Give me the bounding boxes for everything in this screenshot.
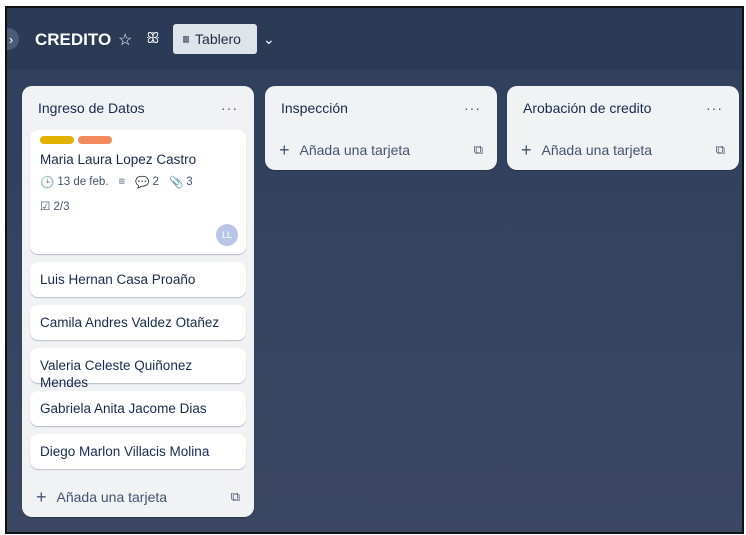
plus-icon: + bbox=[36, 486, 47, 507]
comments-badge: 💬 2 bbox=[135, 175, 159, 189]
add-card-label: Añada una tarjeta bbox=[56, 489, 168, 505]
add-card-label: Añada una tarjeta bbox=[299, 142, 411, 158]
star-icon[interactable]: ☆ bbox=[118, 30, 132, 50]
attachments-badge: 📎 3 bbox=[169, 175, 193, 189]
template-icon[interactable]: ⧉ bbox=[231, 489, 240, 505]
list-header: Arobación de credito ··· bbox=[507, 86, 739, 130]
add-card-button[interactable]: + Añada una tarjeta ⧉ bbox=[265, 130, 497, 170]
list-card[interactable]: Valeria Celeste Quiñonez Mendes bbox=[30, 348, 246, 390]
more-icon[interactable]: ··· bbox=[706, 100, 723, 116]
board-view-label: Tablero bbox=[195, 31, 241, 47]
template-icon[interactable]: ⧉ bbox=[716, 142, 725, 158]
list-header: Inspección ··· bbox=[265, 86, 497, 130]
list-arobacion-de-credito: Arobación de credito ··· + Añada una tar… bbox=[507, 86, 739, 170]
label-orange[interactable] bbox=[78, 136, 112, 144]
plus-icon: + bbox=[521, 139, 532, 160]
avatar[interactable]: LL bbox=[216, 224, 238, 246]
card-labels[interactable] bbox=[40, 136, 236, 144]
add-card-button[interactable]: + Añada una tarjeta ⧉ bbox=[22, 477, 254, 517]
list-card[interactable]: Camila Andres Valdez Otañez bbox=[30, 305, 246, 340]
template-icon[interactable]: ⧉ bbox=[474, 142, 483, 158]
list-card[interactable]: Luis Hernan Casa Proaño bbox=[30, 262, 246, 297]
board-view-button[interactable]: ▥ Tablero bbox=[173, 24, 257, 54]
card-maria-laura[interactable]: Maria Laura Lopez Castro 🕒 13 de feb. ≡ … bbox=[30, 130, 246, 254]
checklist-icon: ☑ bbox=[40, 201, 51, 213]
sidebar-toggle-button[interactable]: › bbox=[7, 28, 19, 50]
people-icon[interactable]: ꕥ bbox=[146, 30, 160, 47]
add-card-button[interactable]: + Añada una tarjeta ⧉ bbox=[507, 130, 739, 170]
board-icon: ▥ bbox=[183, 33, 190, 45]
description-icon: ≡ bbox=[118, 176, 126, 188]
board-window: › CREDITO ☆ ꕥ ▥ Tablero ⌄ Ingreso de Dat… bbox=[5, 6, 744, 534]
list-header: Ingreso de Datos ··· bbox=[22, 86, 254, 130]
due-date-text: 13 de feb. bbox=[57, 176, 109, 188]
label-yellow[interactable] bbox=[40, 136, 74, 144]
add-card-label: Añada una tarjeta bbox=[541, 142, 653, 158]
clock-icon: 🕒 bbox=[40, 177, 55, 189]
more-icon[interactable]: ··· bbox=[221, 100, 238, 116]
paperclip-icon: 📎 bbox=[168, 177, 184, 189]
comment-icon: 💬 bbox=[135, 177, 150, 189]
board-title[interactable]: CREDITO bbox=[35, 30, 111, 50]
list-title[interactable]: Inspección bbox=[281, 100, 464, 116]
checklist-count: 2/3 bbox=[53, 201, 70, 213]
board-header: › CREDITO ☆ ꕥ ▥ Tablero ⌄ bbox=[7, 8, 742, 70]
list-ingreso-de-datos: Ingreso de Datos ··· Maria Laura Lopez C… bbox=[22, 86, 254, 517]
list-inspeccion: Inspección ··· + Añada una tarjeta ⧉ bbox=[265, 86, 497, 170]
more-icon[interactable]: ··· bbox=[464, 100, 481, 116]
due-date-badge[interactable]: 🕒 13 de feb. bbox=[40, 175, 108, 189]
checklist-badge: ☑ 2/3 bbox=[40, 199, 236, 213]
list-title[interactable]: Ingreso de Datos bbox=[38, 100, 221, 116]
plus-icon: + bbox=[279, 139, 290, 160]
list-title[interactable]: Arobación de credito bbox=[523, 100, 706, 116]
list-card[interactable]: Diego Marlon Villacis Molina bbox=[30, 434, 246, 469]
list-card[interactable]: Gabriela Anita Jacome Dias bbox=[30, 391, 246, 426]
chevron-down-icon[interactable]: ⌄ bbox=[263, 31, 275, 48]
comments-count: 2 bbox=[152, 176, 159, 188]
card-title: Maria Laura Lopez Castro bbox=[40, 152, 197, 167]
card-badges: 🕒 13 de feb. ≡ 💬 2 📎 3 bbox=[40, 175, 236, 189]
attachments-count: 3 bbox=[186, 176, 193, 188]
